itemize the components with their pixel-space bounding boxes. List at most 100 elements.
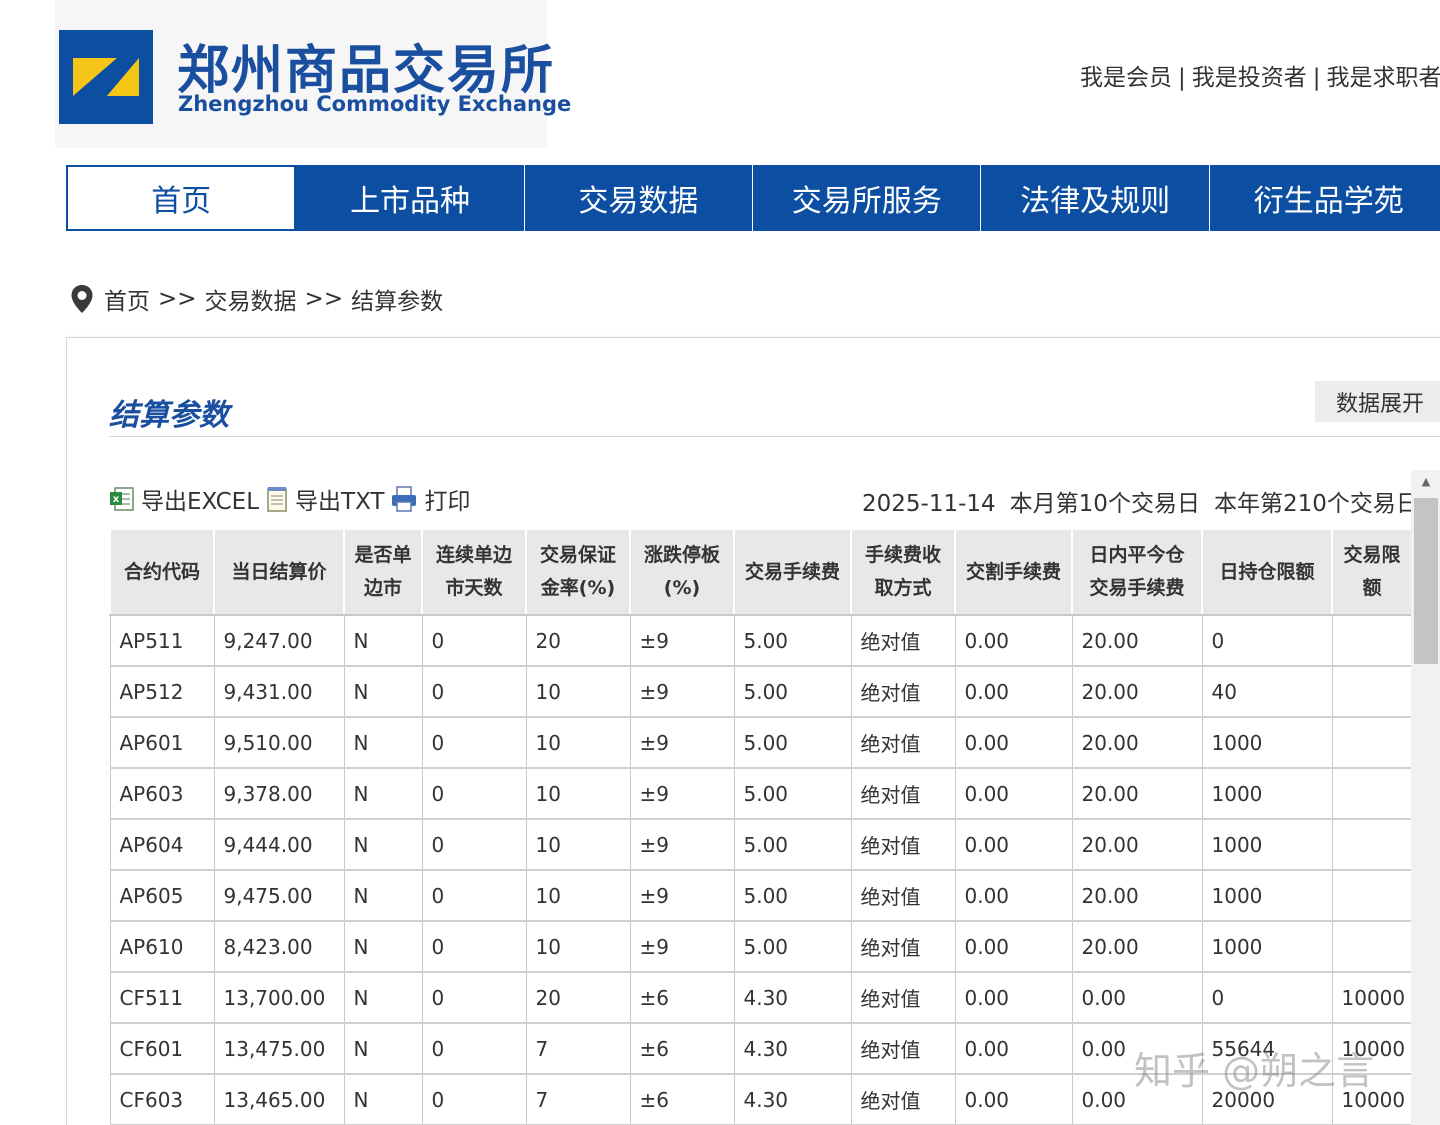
table-cell: 0.00 (955, 921, 1073, 973)
table-cell: 0 (422, 870, 527, 922)
column-header: 交易保证 金率(%) (525, 528, 631, 616)
table-cell: AP610 (109, 921, 215, 973)
table-cell: N (344, 768, 423, 820)
table-cell: AP601 (109, 717, 215, 769)
column-header-text: 手续费收 (864, 544, 941, 566)
table-cell: ±6 (630, 1023, 735, 1075)
export-txt-button[interactable]: 导出TXT (265, 482, 384, 516)
expand-data-button[interactable]: 数据展开 (1315, 381, 1440, 422)
logo[interactable]: 郑州商品交易所 Zhengzhou Commodity Exchange (55, 0, 571, 148)
breadcrumb-trading-data[interactable]: 交易数据 (205, 282, 297, 316)
separator: | (1178, 65, 1186, 91)
column-header: 日内平今仓 交易手续费 (1071, 528, 1203, 616)
table-cell: 0.00 (955, 972, 1073, 1024)
nav-services[interactable]: 交易所服务 (753, 165, 982, 231)
table-cell: 1000 (1202, 819, 1333, 871)
top-links: 我是会员 | 我是投资者 | 我是求职者 (1080, 58, 1440, 92)
table-cell: 0 (422, 717, 527, 769)
table-cell (1332, 870, 1411, 922)
logo-subtitle: Zhengzhou Commodity Exchange (178, 92, 572, 116)
table-cell: N (344, 666, 423, 718)
column-header: 合约代码 (109, 528, 215, 616)
column-header: 是否单 边市 (343, 528, 423, 616)
column-header-text: 涨跌停板 (643, 544, 720, 566)
table-cell: 9,247.00 (214, 615, 345, 667)
table-cell: 0.00 (955, 615, 1073, 667)
content-panel: 结算参数 数据展开 x 导出EXCEL 导出TXT 打印 2025-11-14 … (66, 337, 1440, 1125)
column-header-text: 金率(%) (540, 577, 616, 599)
table-cell: ±9 (630, 870, 735, 922)
table-cell: N (344, 717, 423, 769)
table-cell: 4.30 (734, 972, 852, 1024)
table-cell: 20.00 (1072, 666, 1203, 718)
table-cell: ±9 (630, 717, 735, 769)
table-cell: ±9 (630, 768, 735, 820)
table-cell: 9,444.00 (214, 819, 345, 871)
column-header-text: 连续单边 (435, 544, 512, 566)
table-cell: 10 (526, 768, 631, 820)
table-cell: 1000 (1202, 717, 1333, 769)
table-cell (1332, 819, 1411, 871)
page-title: 结算参数 (109, 398, 229, 433)
table-cell: 绝对值 (851, 717, 956, 769)
table-cell: 5.00 (734, 768, 852, 820)
table-cell (1332, 768, 1411, 820)
table-cell: 5.00 (734, 717, 852, 769)
table-cell: N (344, 819, 423, 871)
table-row: AP511 9,247.00 N 0 20 ±9 5.00 绝对值 0.00 20.00 0 (109, 615, 1411, 667)
table-cell (1332, 921, 1411, 973)
printer-icon (392, 486, 417, 512)
column-header-text: 合约代码 (123, 560, 200, 583)
breadcrumb-home[interactable]: 首页 (104, 282, 150, 316)
nav-products[interactable]: 上市品种 (296, 165, 525, 231)
table-cell: 1000 (1202, 768, 1333, 820)
column-header: 交易手续费 (733, 528, 852, 616)
column-header-text: 是否单 (354, 544, 412, 566)
scroll-thumb[interactable] (1414, 498, 1438, 664)
column-header: 日持仓限额 (1201, 528, 1333, 616)
separator: | (1312, 65, 1321, 91)
table-cell: 5.00 (734, 666, 852, 718)
table-cell: 10 (526, 870, 631, 922)
table-cell: N (344, 1074, 423, 1125)
nav-academy[interactable]: 衍生品学苑 (1210, 165, 1440, 231)
table-cell: 1000 (1202, 870, 1333, 922)
table-cell: 绝对值 (851, 615, 956, 667)
nav-home[interactable]: 首页 (66, 165, 297, 231)
notepad-icon (267, 487, 287, 512)
print-label: 打印 (424, 489, 471, 515)
table-cell: ±6 (630, 972, 735, 1024)
vertical-scrollbar[interactable]: ▲ (1411, 470, 1440, 1125)
svg-text:x: x (113, 494, 120, 505)
table-cell: 0.00 (955, 768, 1073, 820)
table-cell: CF603 (109, 1074, 215, 1125)
table-cell: 10 (526, 921, 631, 973)
table-cell: 13,465.00 (214, 1074, 345, 1125)
year-trading-day: 本年第210个交易日 (1213, 491, 1419, 517)
link-jobseeker[interactable]: 我是求职者 (1327, 65, 1440, 91)
table-cell: 0 (422, 921, 527, 973)
table-cell: 绝对值 (851, 1023, 956, 1075)
table-cell: 绝对值 (851, 921, 956, 973)
link-investor[interactable]: 我是投资者 (1192, 65, 1307, 91)
table-cell: 0 (422, 1023, 527, 1075)
export-excel-button[interactable]: x 导出EXCEL (109, 482, 259, 516)
table-cell: 4.30 (734, 1074, 852, 1125)
table-cell: 0 (422, 666, 527, 718)
table-cell: 9,510.00 (214, 717, 345, 769)
table-cell: 0.00 (955, 717, 1073, 769)
nav-trading-data[interactable]: 交易数据 (525, 165, 754, 231)
nav-rules[interactable]: 法律及规则 (981, 165, 1210, 231)
scroll-up-arrow-icon[interactable]: ▲ (1411, 470, 1440, 492)
table-cell: AP603 (109, 768, 215, 820)
table-cell: CF601 (109, 1023, 215, 1075)
print-button[interactable]: 打印 (390, 482, 470, 516)
table-row: AP601 9,510.00 N 0 10 ±9 5.00 绝对值 0.00 20.00 1000 (109, 717, 1411, 769)
link-member[interactable]: 我是会员 (1080, 65, 1172, 91)
column-header-text: 交割手续费 (965, 560, 1061, 583)
breadcrumb-current: 结算参数 (351, 289, 444, 315)
column-header-text: 边市 (363, 577, 402, 599)
column-header-text: 额 (1362, 577, 1382, 599)
table-cell: 20.00 (1072, 615, 1203, 667)
table-cell: 10 (526, 717, 631, 769)
